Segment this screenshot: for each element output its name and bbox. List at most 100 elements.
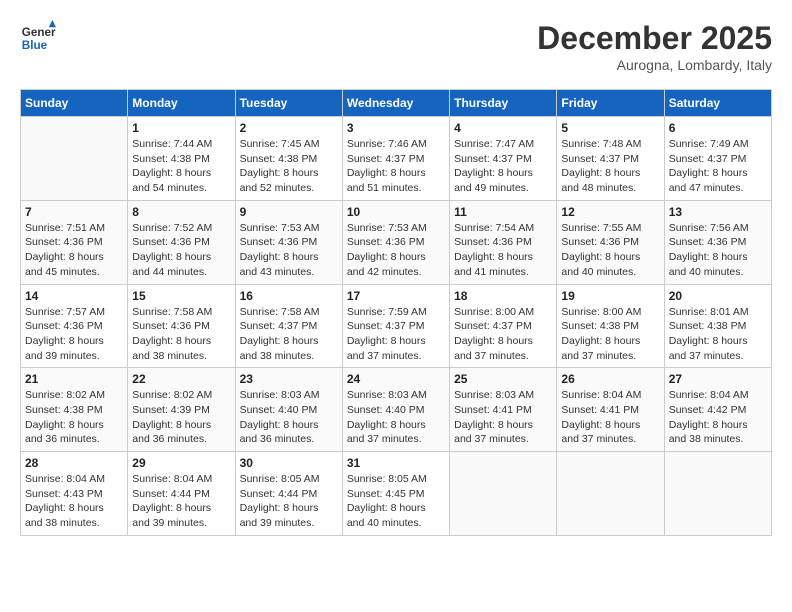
day-number: 3 bbox=[347, 121, 445, 135]
day-number: 18 bbox=[454, 289, 552, 303]
calendar-cell: 7 Sunrise: 7:51 AMSunset: 4:36 PMDayligh… bbox=[21, 200, 128, 284]
calendar-cell: 25 Sunrise: 8:03 AMSunset: 4:41 PMDaylig… bbox=[450, 368, 557, 452]
day-info: Sunrise: 8:04 AMSunset: 4:41 PMDaylight:… bbox=[561, 388, 659, 447]
calendar-cell: 4 Sunrise: 7:47 AMSunset: 4:37 PMDayligh… bbox=[450, 117, 557, 201]
header-day-monday: Monday bbox=[128, 90, 235, 117]
day-info: Sunrise: 7:53 AMSunset: 4:36 PMDaylight:… bbox=[347, 221, 445, 280]
calendar-table: SundayMondayTuesdayWednesdayThursdayFrid… bbox=[20, 89, 772, 536]
calendar-cell: 23 Sunrise: 8:03 AMSunset: 4:40 PMDaylig… bbox=[235, 368, 342, 452]
day-info: Sunrise: 7:52 AMSunset: 4:36 PMDaylight:… bbox=[132, 221, 230, 280]
calendar-cell: 9 Sunrise: 7:53 AMSunset: 4:36 PMDayligh… bbox=[235, 200, 342, 284]
calendar-cell: 20 Sunrise: 8:01 AMSunset: 4:38 PMDaylig… bbox=[664, 284, 771, 368]
day-info: Sunrise: 7:54 AMSunset: 4:36 PMDaylight:… bbox=[454, 221, 552, 280]
calendar-cell: 12 Sunrise: 7:55 AMSunset: 4:36 PMDaylig… bbox=[557, 200, 664, 284]
day-info: Sunrise: 7:58 AMSunset: 4:36 PMDaylight:… bbox=[132, 305, 230, 364]
svg-text:General: General bbox=[22, 26, 56, 39]
title-area: December 2025 Aurogna, Lombardy, Italy bbox=[537, 20, 772, 73]
calendar-cell: 19 Sunrise: 8:00 AMSunset: 4:38 PMDaylig… bbox=[557, 284, 664, 368]
calendar-week-1: 1 Sunrise: 7:44 AMSunset: 4:38 PMDayligh… bbox=[21, 117, 772, 201]
calendar-cell: 1 Sunrise: 7:44 AMSunset: 4:38 PMDayligh… bbox=[128, 117, 235, 201]
day-info: Sunrise: 7:44 AMSunset: 4:38 PMDaylight:… bbox=[132, 137, 230, 196]
day-info: Sunrise: 7:55 AMSunset: 4:36 PMDaylight:… bbox=[561, 221, 659, 280]
calendar-cell bbox=[450, 452, 557, 536]
day-number: 19 bbox=[561, 289, 659, 303]
calendar-cell: 2 Sunrise: 7:45 AMSunset: 4:38 PMDayligh… bbox=[235, 117, 342, 201]
day-info: Sunrise: 7:58 AMSunset: 4:37 PMDaylight:… bbox=[240, 305, 338, 364]
day-number: 27 bbox=[669, 372, 767, 386]
day-number: 14 bbox=[25, 289, 123, 303]
calendar-cell: 28 Sunrise: 8:04 AMSunset: 4:43 PMDaylig… bbox=[21, 452, 128, 536]
day-info: Sunrise: 8:01 AMSunset: 4:38 PMDaylight:… bbox=[669, 305, 767, 364]
day-number: 11 bbox=[454, 205, 552, 219]
calendar-cell: 15 Sunrise: 7:58 AMSunset: 4:36 PMDaylig… bbox=[128, 284, 235, 368]
day-number: 12 bbox=[561, 205, 659, 219]
calendar-cell: 17 Sunrise: 7:59 AMSunset: 4:37 PMDaylig… bbox=[342, 284, 449, 368]
calendar-cell: 3 Sunrise: 7:46 AMSunset: 4:37 PMDayligh… bbox=[342, 117, 449, 201]
header-row: SundayMondayTuesdayWednesdayThursdayFrid… bbox=[21, 90, 772, 117]
day-info: Sunrise: 7:59 AMSunset: 4:37 PMDaylight:… bbox=[347, 305, 445, 364]
day-info: Sunrise: 7:47 AMSunset: 4:37 PMDaylight:… bbox=[454, 137, 552, 196]
calendar-cell: 8 Sunrise: 7:52 AMSunset: 4:36 PMDayligh… bbox=[128, 200, 235, 284]
day-number: 2 bbox=[240, 121, 338, 135]
month-title: December 2025 bbox=[537, 20, 772, 57]
day-number: 9 bbox=[240, 205, 338, 219]
day-number: 13 bbox=[669, 205, 767, 219]
day-number: 20 bbox=[669, 289, 767, 303]
day-info: Sunrise: 8:02 AMSunset: 4:39 PMDaylight:… bbox=[132, 388, 230, 447]
day-number: 4 bbox=[454, 121, 552, 135]
calendar-cell: 11 Sunrise: 7:54 AMSunset: 4:36 PMDaylig… bbox=[450, 200, 557, 284]
calendar-cell: 22 Sunrise: 8:02 AMSunset: 4:39 PMDaylig… bbox=[128, 368, 235, 452]
calendar-cell: 13 Sunrise: 7:56 AMSunset: 4:36 PMDaylig… bbox=[664, 200, 771, 284]
day-number: 25 bbox=[454, 372, 552, 386]
calendar-cell bbox=[21, 117, 128, 201]
day-info: Sunrise: 8:05 AMSunset: 4:44 PMDaylight:… bbox=[240, 472, 338, 531]
day-info: Sunrise: 7:45 AMSunset: 4:38 PMDaylight:… bbox=[240, 137, 338, 196]
calendar-cell: 27 Sunrise: 8:04 AMSunset: 4:42 PMDaylig… bbox=[664, 368, 771, 452]
day-number: 21 bbox=[25, 372, 123, 386]
day-number: 23 bbox=[240, 372, 338, 386]
day-number: 1 bbox=[132, 121, 230, 135]
day-info: Sunrise: 8:04 AMSunset: 4:44 PMDaylight:… bbox=[132, 472, 230, 531]
calendar-cell: 14 Sunrise: 7:57 AMSunset: 4:36 PMDaylig… bbox=[21, 284, 128, 368]
header-day-thursday: Thursday bbox=[450, 90, 557, 117]
day-info: Sunrise: 8:04 AMSunset: 4:43 PMDaylight:… bbox=[25, 472, 123, 531]
calendar-week-2: 7 Sunrise: 7:51 AMSunset: 4:36 PMDayligh… bbox=[21, 200, 772, 284]
day-number: 17 bbox=[347, 289, 445, 303]
calendar-cell: 30 Sunrise: 8:05 AMSunset: 4:44 PMDaylig… bbox=[235, 452, 342, 536]
calendar-week-4: 21 Sunrise: 8:02 AMSunset: 4:38 PMDaylig… bbox=[21, 368, 772, 452]
day-number: 16 bbox=[240, 289, 338, 303]
calendar-cell: 18 Sunrise: 8:00 AMSunset: 4:37 PMDaylig… bbox=[450, 284, 557, 368]
day-info: Sunrise: 8:03 AMSunset: 4:40 PMDaylight:… bbox=[347, 388, 445, 447]
calendar-week-5: 28 Sunrise: 8:04 AMSunset: 4:43 PMDaylig… bbox=[21, 452, 772, 536]
day-number: 7 bbox=[25, 205, 123, 219]
day-number: 15 bbox=[132, 289, 230, 303]
header-day-tuesday: Tuesday bbox=[235, 90, 342, 117]
day-info: Sunrise: 8:00 AMSunset: 4:37 PMDaylight:… bbox=[454, 305, 552, 364]
day-number: 22 bbox=[132, 372, 230, 386]
calendar-cell: 6 Sunrise: 7:49 AMSunset: 4:37 PMDayligh… bbox=[664, 117, 771, 201]
calendar-cell bbox=[557, 452, 664, 536]
header-day-saturday: Saturday bbox=[664, 90, 771, 117]
day-number: 6 bbox=[669, 121, 767, 135]
day-info: Sunrise: 8:03 AMSunset: 4:41 PMDaylight:… bbox=[454, 388, 552, 447]
day-info: Sunrise: 7:48 AMSunset: 4:37 PMDaylight:… bbox=[561, 137, 659, 196]
header-day-wednesday: Wednesday bbox=[342, 90, 449, 117]
calendar-cell: 31 Sunrise: 8:05 AMSunset: 4:45 PMDaylig… bbox=[342, 452, 449, 536]
calendar-cell: 26 Sunrise: 8:04 AMSunset: 4:41 PMDaylig… bbox=[557, 368, 664, 452]
calendar-cell: 5 Sunrise: 7:48 AMSunset: 4:37 PMDayligh… bbox=[557, 117, 664, 201]
day-number: 29 bbox=[132, 456, 230, 470]
logo: General Blue bbox=[20, 20, 56, 56]
header-day-friday: Friday bbox=[557, 90, 664, 117]
svg-text:Blue: Blue bbox=[22, 39, 48, 52]
day-info: Sunrise: 7:56 AMSunset: 4:36 PMDaylight:… bbox=[669, 221, 767, 280]
calendar-cell: 16 Sunrise: 7:58 AMSunset: 4:37 PMDaylig… bbox=[235, 284, 342, 368]
day-number: 24 bbox=[347, 372, 445, 386]
day-info: Sunrise: 8:05 AMSunset: 4:45 PMDaylight:… bbox=[347, 472, 445, 531]
calendar-cell: 24 Sunrise: 8:03 AMSunset: 4:40 PMDaylig… bbox=[342, 368, 449, 452]
day-number: 8 bbox=[132, 205, 230, 219]
calendar-cell: 10 Sunrise: 7:53 AMSunset: 4:36 PMDaylig… bbox=[342, 200, 449, 284]
day-info: Sunrise: 8:00 AMSunset: 4:38 PMDaylight:… bbox=[561, 305, 659, 364]
calendar-cell: 29 Sunrise: 8:04 AMSunset: 4:44 PMDaylig… bbox=[128, 452, 235, 536]
day-number: 30 bbox=[240, 456, 338, 470]
day-info: Sunrise: 7:46 AMSunset: 4:37 PMDaylight:… bbox=[347, 137, 445, 196]
